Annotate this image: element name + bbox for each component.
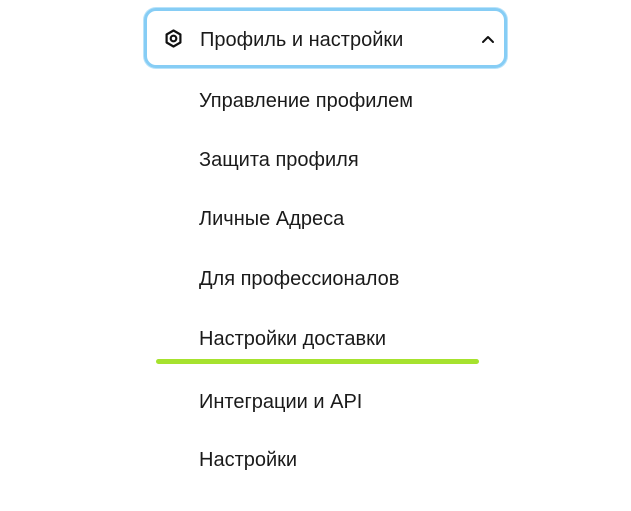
profile-settings-toggle[interactable]: Профиль и настройки <box>144 8 507 68</box>
menu-item-profile-management[interactable]: Управление профилем <box>199 89 413 113</box>
chevron-up-icon[interactable] <box>481 32 495 46</box>
menu-item-delivery-settings[interactable]: Настройки доставки <box>199 327 386 351</box>
profile-settings-label: Профиль и настройки <box>200 29 404 51</box>
menu-item-for-professionals[interactable]: Для профессионалов <box>199 267 399 291</box>
active-item-indicator <box>156 359 479 364</box>
gear-hex-icon <box>164 29 183 48</box>
profile-settings-menu: Профиль и настройки Управление профилем … <box>0 0 631 511</box>
menu-item-integrations-api[interactable]: Интеграции и API <box>199 390 362 414</box>
menu-item-personal-addresses[interactable]: Личные Адреса <box>199 207 344 231</box>
menu-item-settings[interactable]: Настройки <box>199 448 297 472</box>
menu-item-profile-protection[interactable]: Защита профиля <box>199 148 359 172</box>
